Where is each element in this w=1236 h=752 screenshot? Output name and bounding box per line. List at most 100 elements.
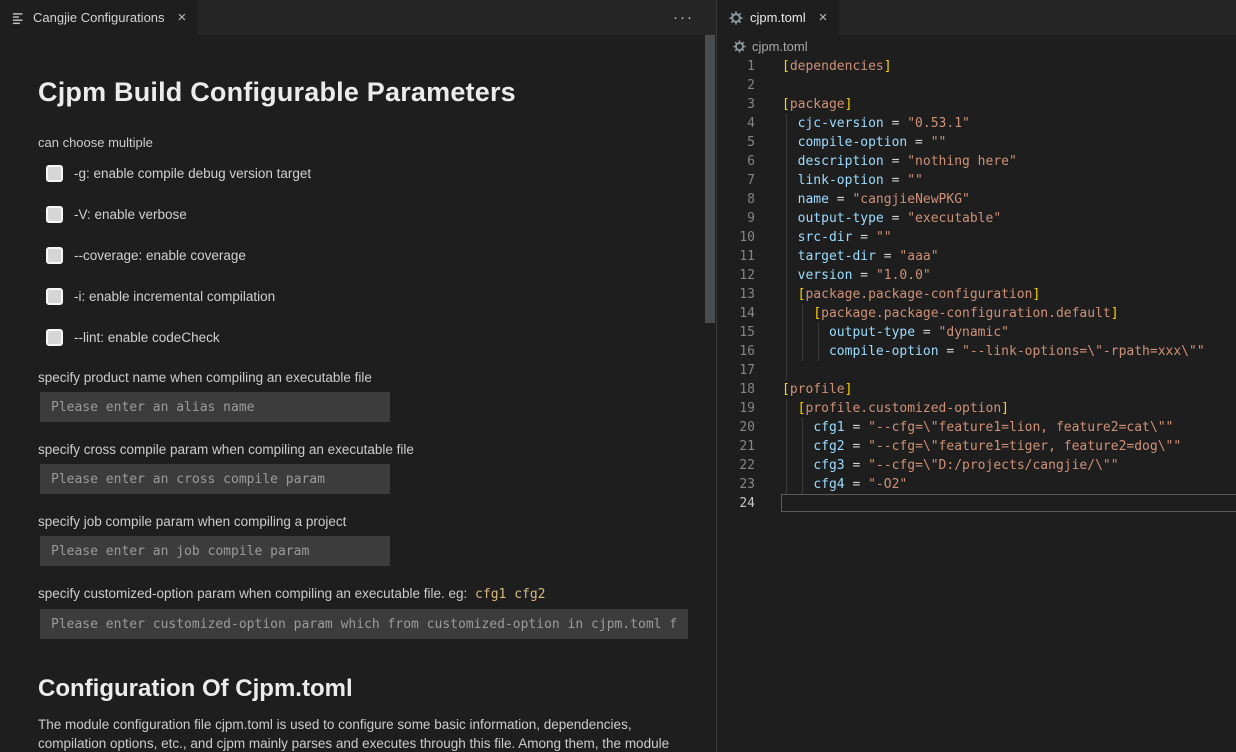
indent-guide-icon (786, 304, 787, 323)
more-actions-icon[interactable]: ··· (673, 0, 694, 35)
line-content: [package.package-configuration.default] (782, 304, 1119, 323)
line-content: cfg4 = "-O2" (782, 475, 907, 494)
indent-guide-icon (802, 418, 803, 437)
tab-cangjie-configurations[interactable]: Cangjie Configurations × (0, 0, 198, 35)
code-line[interactable]: 23 cfg4 = "-O2" (717, 475, 1236, 494)
code-line[interactable]: 7 link-option = "" (717, 171, 1236, 190)
code-line[interactable]: 9 output-type = "executable" (717, 209, 1236, 228)
vertical-scrollbar[interactable] (705, 35, 715, 323)
line-content: description = "nothing here" (782, 152, 1017, 171)
code-line[interactable]: 3[package] (717, 95, 1236, 114)
breadcrumb[interactable]: cjpm.toml (717, 35, 1236, 57)
breadcrumb-item[interactable]: cjpm.toml (752, 39, 808, 54)
indent-guide-icon (786, 456, 787, 475)
code-line[interactable]: 22 cfg3 = "--cfg=\"D:/projects/cangjie/\… (717, 456, 1236, 475)
checkbox-label: -i: enable incremental compilation (74, 289, 275, 304)
checkbox-list: -g: enable compile debug version target -… (38, 165, 688, 346)
gear-icon (729, 11, 743, 25)
code-line[interactable]: 21 cfg2 = "--cfg=\"feature1=tiger, featu… (717, 437, 1236, 456)
line-number: 20 (717, 418, 755, 437)
line-number: 6 (717, 152, 755, 171)
line-number: 11 (717, 247, 755, 266)
editor-panel: cjpm.toml × cjpm.toml 1[dependencies]23[… (716, 0, 1236, 752)
indent-guide-icon (802, 475, 803, 494)
vscode-window: Cangjie Configurations × ··· Cjpm Build … (0, 0, 1236, 752)
subtitle: can choose multiple (38, 135, 688, 150)
line-content: name = "cangjieNewPKG" (782, 190, 970, 209)
field-label: specify cross compile param when compili… (38, 442, 688, 457)
checkbox-label: --coverage: enable coverage (74, 248, 246, 263)
line-number: 18 (717, 380, 755, 399)
code-line[interactable]: 11 target-dir = "aaa" (717, 247, 1236, 266)
line-number: 23 (717, 475, 755, 494)
line-number: 10 (717, 228, 755, 247)
tab-cjpm-toml[interactable]: cjpm.toml × (717, 0, 839, 35)
indent-guide-icon (786, 323, 787, 342)
code-line[interactable]: 4 cjc-version = "0.53.1" (717, 114, 1236, 133)
text-input-0[interactable] (40, 392, 390, 422)
line-content: target-dir = "aaa" (782, 247, 939, 266)
code-line[interactable]: 16 compile-option = "--link-options=\"-r… (717, 342, 1236, 361)
line-number: 15 (717, 323, 755, 342)
close-icon[interactable]: × (819, 10, 828, 25)
indent-guide-icon (786, 342, 787, 361)
section-title: Configuration Of Cjpm.toml (38, 675, 688, 703)
checkbox-2[interactable] (46, 247, 63, 264)
code-line[interactable]: 18[profile] (717, 380, 1236, 399)
code-line[interactable]: 5 compile-option = "" (717, 133, 1236, 152)
left-tab-bar: Cangjie Configurations × ··· (0, 0, 716, 35)
section-body: The module configuration file cjpm.toml … (38, 716, 670, 752)
code-line[interactable]: 24 (717, 494, 1236, 513)
line-content: cfg3 = "--cfg=\"D:/projects/cangjie/\"" (782, 456, 1119, 475)
tab-label: Cangjie Configurations (33, 10, 165, 25)
checkbox-4[interactable] (46, 329, 63, 346)
indent-guide-icon (786, 114, 787, 133)
webview-panel: Cangjie Configurations × ··· Cjpm Build … (0, 0, 716, 752)
code-line[interactable]: 10 src-dir = "" (717, 228, 1236, 247)
current-line-highlight (781, 494, 1236, 512)
indent-guide-icon (802, 304, 803, 323)
code-line[interactable]: 12 version = "1.0.0" (717, 266, 1236, 285)
code-area: 1[dependencies]23[package]4 cjc-version … (717, 57, 1236, 513)
field-label-code: cfg1 cfg2 (467, 587, 545, 602)
field-list: specify product name when compiling an e… (38, 370, 688, 639)
code-line[interactable]: 15 output-type = "dynamic" (717, 323, 1236, 342)
code-line[interactable]: 19 [profile.customized-option] (717, 399, 1236, 418)
line-content: output-type = "executable" (782, 209, 1001, 228)
checkbox-1[interactable] (46, 206, 63, 223)
code-line[interactable]: 13 [package.package-configuration] (717, 285, 1236, 304)
code-line[interactable]: 8 name = "cangjieNewPKG" (717, 190, 1236, 209)
code-line[interactable]: 17 (717, 361, 1236, 380)
field-label: specify product name when compiling an e… (38, 370, 688, 385)
line-content: src-dir = "" (782, 228, 892, 247)
indent-guide-icon (786, 247, 787, 266)
line-number: 3 (717, 95, 755, 114)
code-line[interactable]: 20 cfg1 = "--cfg=\"feature1=lion, featur… (717, 418, 1236, 437)
indent-guide-icon (786, 361, 787, 380)
code-line[interactable]: 2 (717, 76, 1236, 95)
close-icon[interactable]: × (178, 10, 187, 25)
line-number: 16 (717, 342, 755, 361)
checkbox-0[interactable] (46, 165, 63, 182)
checkbox-3[interactable] (46, 288, 63, 305)
indent-guide-icon (786, 190, 787, 209)
line-number: 17 (717, 361, 755, 380)
text-input-3[interactable] (40, 609, 688, 639)
editor-tab-bar: cjpm.toml × (717, 0, 1236, 35)
line-content: cjc-version = "0.53.1" (782, 114, 970, 133)
line-number: 2 (717, 76, 755, 95)
line-number: 19 (717, 399, 755, 418)
text-input-2[interactable] (40, 536, 390, 566)
indent-guide-icon (786, 171, 787, 190)
code-line[interactable]: 6 description = "nothing here" (717, 152, 1236, 171)
code-line[interactable]: 14 [package.package-configuration.defaul… (717, 304, 1236, 323)
line-content: [dependencies] (782, 57, 892, 76)
page-title: Cjpm Build Configurable Parameters (38, 77, 688, 108)
text-input-1[interactable] (40, 464, 390, 494)
checkbox-row: -g: enable compile debug version target (46, 165, 688, 182)
indent-guide-icon (802, 323, 803, 342)
code-line[interactable]: 1[dependencies] (717, 57, 1236, 76)
line-number: 9 (717, 209, 755, 228)
line-content: output-type = "dynamic" (782, 323, 1009, 342)
indent-guide-icon (818, 323, 819, 342)
